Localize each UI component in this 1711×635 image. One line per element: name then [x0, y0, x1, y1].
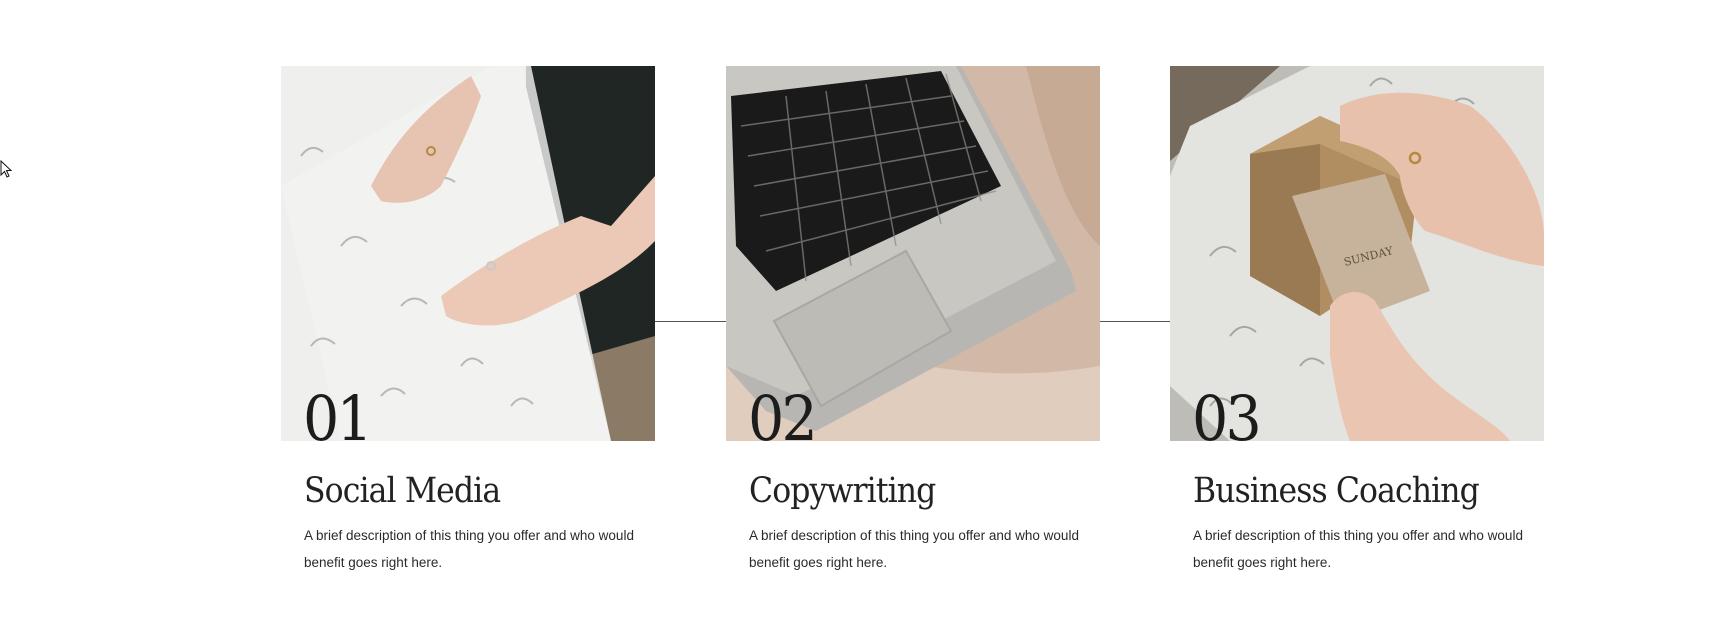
service-description: A brief description of this thing you of… [749, 528, 1079, 570]
service-card-social-media: 01 Social Media A brief description of t… [281, 0, 655, 635]
service-description: A brief description of this thing you of… [1193, 528, 1523, 570]
service-number: 03 [1192, 382, 1262, 455]
service-number: 02 [748, 382, 818, 455]
service-title: Social Media [304, 471, 501, 511]
service-title: Copywriting [749, 471, 936, 511]
service-title: Business Coaching [1193, 471, 1480, 511]
service-card-business-coaching: SUNDAY 03 Business Coaching A brief desc… [1170, 0, 1544, 635]
service-description: A brief description of this thing you of… [304, 528, 634, 570]
service-number: 01 [303, 382, 373, 455]
services-section: 01 Social Media A brief description of t… [0, 0, 1711, 635]
mouse-pointer-icon [0, 160, 13, 178]
service-card-copywriting: 02 Copywriting A brief description of th… [726, 0, 1100, 635]
